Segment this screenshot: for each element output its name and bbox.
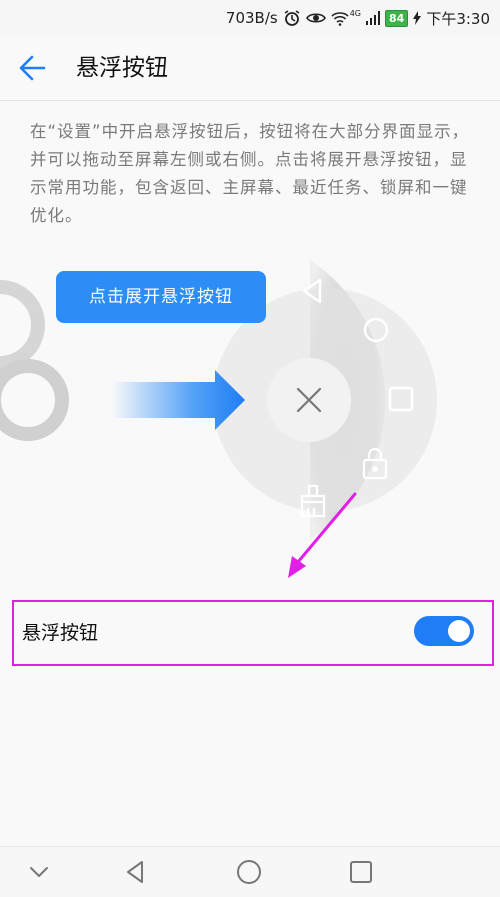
floating-ball-ghost	[0, 280, 69, 441]
navigation-bar	[0, 846, 500, 897]
nav-recent-button[interactable]	[344, 855, 378, 889]
alarm-icon	[284, 10, 300, 26]
wifi-icon	[331, 12, 349, 26]
eye-icon	[305, 13, 326, 23]
home-circle-icon	[237, 860, 261, 884]
charging-icon	[413, 11, 422, 25]
setting-label: 悬浮按钮	[22, 622, 99, 644]
page-title: 悬浮按钮	[76, 55, 168, 81]
back-button[interactable]	[14, 50, 54, 86]
app-header: 悬浮按钮	[0, 36, 500, 101]
status-icons: 703B/s 4G 84 下午3:30	[226, 6, 490, 30]
nav-back-button[interactable]	[118, 855, 152, 889]
floating-button-toggle[interactable]	[414, 616, 474, 646]
network-type: 4G	[349, 8, 361, 18]
expand-hint-tooltip: 点击展开悬浮按钮	[56, 271, 266, 323]
floating-button-illustration: 点击展开悬浮按钮	[0, 250, 500, 578]
network-speed: 703B/s	[225, 9, 278, 27]
floating-button-setting-row[interactable]: 悬浮按钮	[12, 600, 494, 666]
recent-square-icon	[350, 861, 372, 883]
chevron-down-icon	[30, 867, 48, 877]
clock: 下午3:30	[426, 9, 490, 28]
nav-home-button[interactable]	[232, 855, 266, 889]
signal-icon	[366, 11, 380, 25]
battery-icon: 84	[385, 9, 409, 27]
back-arrow-icon	[19, 55, 46, 81]
toggle-knob	[448, 620, 470, 642]
back-triangle-icon	[127, 861, 143, 883]
nav-hide-button[interactable]	[22, 855, 56, 889]
feature-description: 在“设置”中开启悬浮按钮后，按钮将在大部分界面显示，并可以拖动至屏幕左侧或右侧。…	[30, 122, 470, 225]
status-bar: 703B/s 4G 84 下午3:30	[0, 0, 500, 36]
